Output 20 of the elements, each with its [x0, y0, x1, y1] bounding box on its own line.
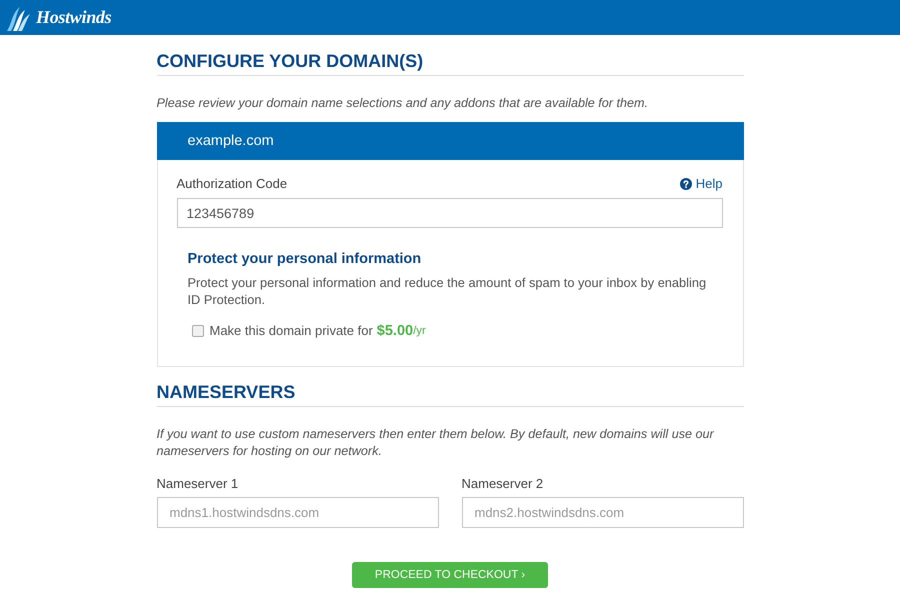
- protect-heading: Protect your personal information: [188, 250, 422, 269]
- price-period: /yr: [413, 324, 426, 339]
- price: $5.00: [376, 322, 414, 340]
- domain-name: example.com: [188, 133, 274, 149]
- nameserver-input[interactable]: mdns1.hostwindsdns.com: [156, 497, 438, 528]
- section-title: NAMESERVERS: [156, 380, 744, 407]
- help-icon: [680, 178, 692, 190]
- auth-code-input[interactable]: 123456789: [176, 198, 722, 228]
- nameserver-input[interactable]: mdns2.hostwindsdns.com: [462, 497, 744, 528]
- privacy-label: Make this domain private for: [210, 322, 373, 340]
- nameserver-label: Nameserver 2: [462, 475, 544, 493]
- help-link[interactable]: Help: [680, 175, 722, 193]
- logo-text: Hostwinds: [36, 7, 112, 28]
- intro-text: Please review your domain name selections and any addons that are available for them.: [156, 95, 649, 112]
- privacy-checkbox[interactable]: [192, 325, 204, 337]
- auth-code-label: Authorization Code: [176, 175, 288, 193]
- protect-description: Protect your personal information and reduce the amount of spam to your inbox by enabling ID Protection.: [188, 274, 708, 308]
- section-title: CONFIGURE YOUR DOMAIN(S): [156, 49, 744, 76]
- nameserver-label: Nameserver 1: [156, 475, 240, 493]
- intro-text: If you want to use custom nameservers then enter them below. By default, new domains will use our nameservers for hosting on our network.: [156, 426, 715, 460]
